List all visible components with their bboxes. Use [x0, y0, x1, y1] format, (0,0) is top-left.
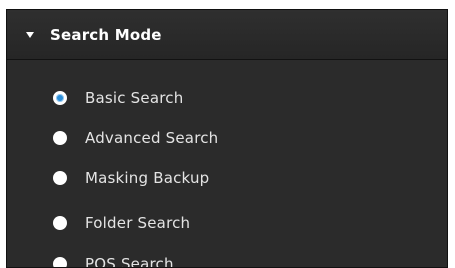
- radio-unchecked-icon[interactable]: [53, 257, 67, 267]
- radio-label: Basic Search: [85, 89, 184, 107]
- radio-label: POS Search: [85, 255, 174, 268]
- panel-title: Search Mode: [50, 25, 162, 44]
- radio-unchecked-icon[interactable]: [53, 216, 67, 230]
- search-mode-panel: Search Mode Basic Search Advanced Search…: [6, 9, 448, 268]
- radio-option-basic-search[interactable]: Basic Search: [53, 83, 183, 113]
- radio-label: Folder Search: [85, 214, 191, 232]
- radio-checked-icon[interactable]: [53, 91, 67, 105]
- triangle-down-icon[interactable]: [26, 31, 34, 38]
- search-mode-header[interactable]: Search Mode: [7, 10, 447, 60]
- radio-option-advanced-search[interactable]: Advanced Search: [53, 123, 218, 153]
- radio-label: Masking Backup: [85, 169, 210, 187]
- radio-label: Advanced Search: [85, 129, 219, 147]
- radio-unchecked-icon[interactable]: [53, 171, 67, 185]
- radio-option-masking-backup[interactable]: Masking Backup: [53, 163, 209, 193]
- radio-option-pos-search[interactable]: POS Search: [53, 249, 174, 268]
- radio-option-folder-search[interactable]: Folder Search: [53, 208, 190, 238]
- radio-unchecked-icon[interactable]: [53, 131, 67, 145]
